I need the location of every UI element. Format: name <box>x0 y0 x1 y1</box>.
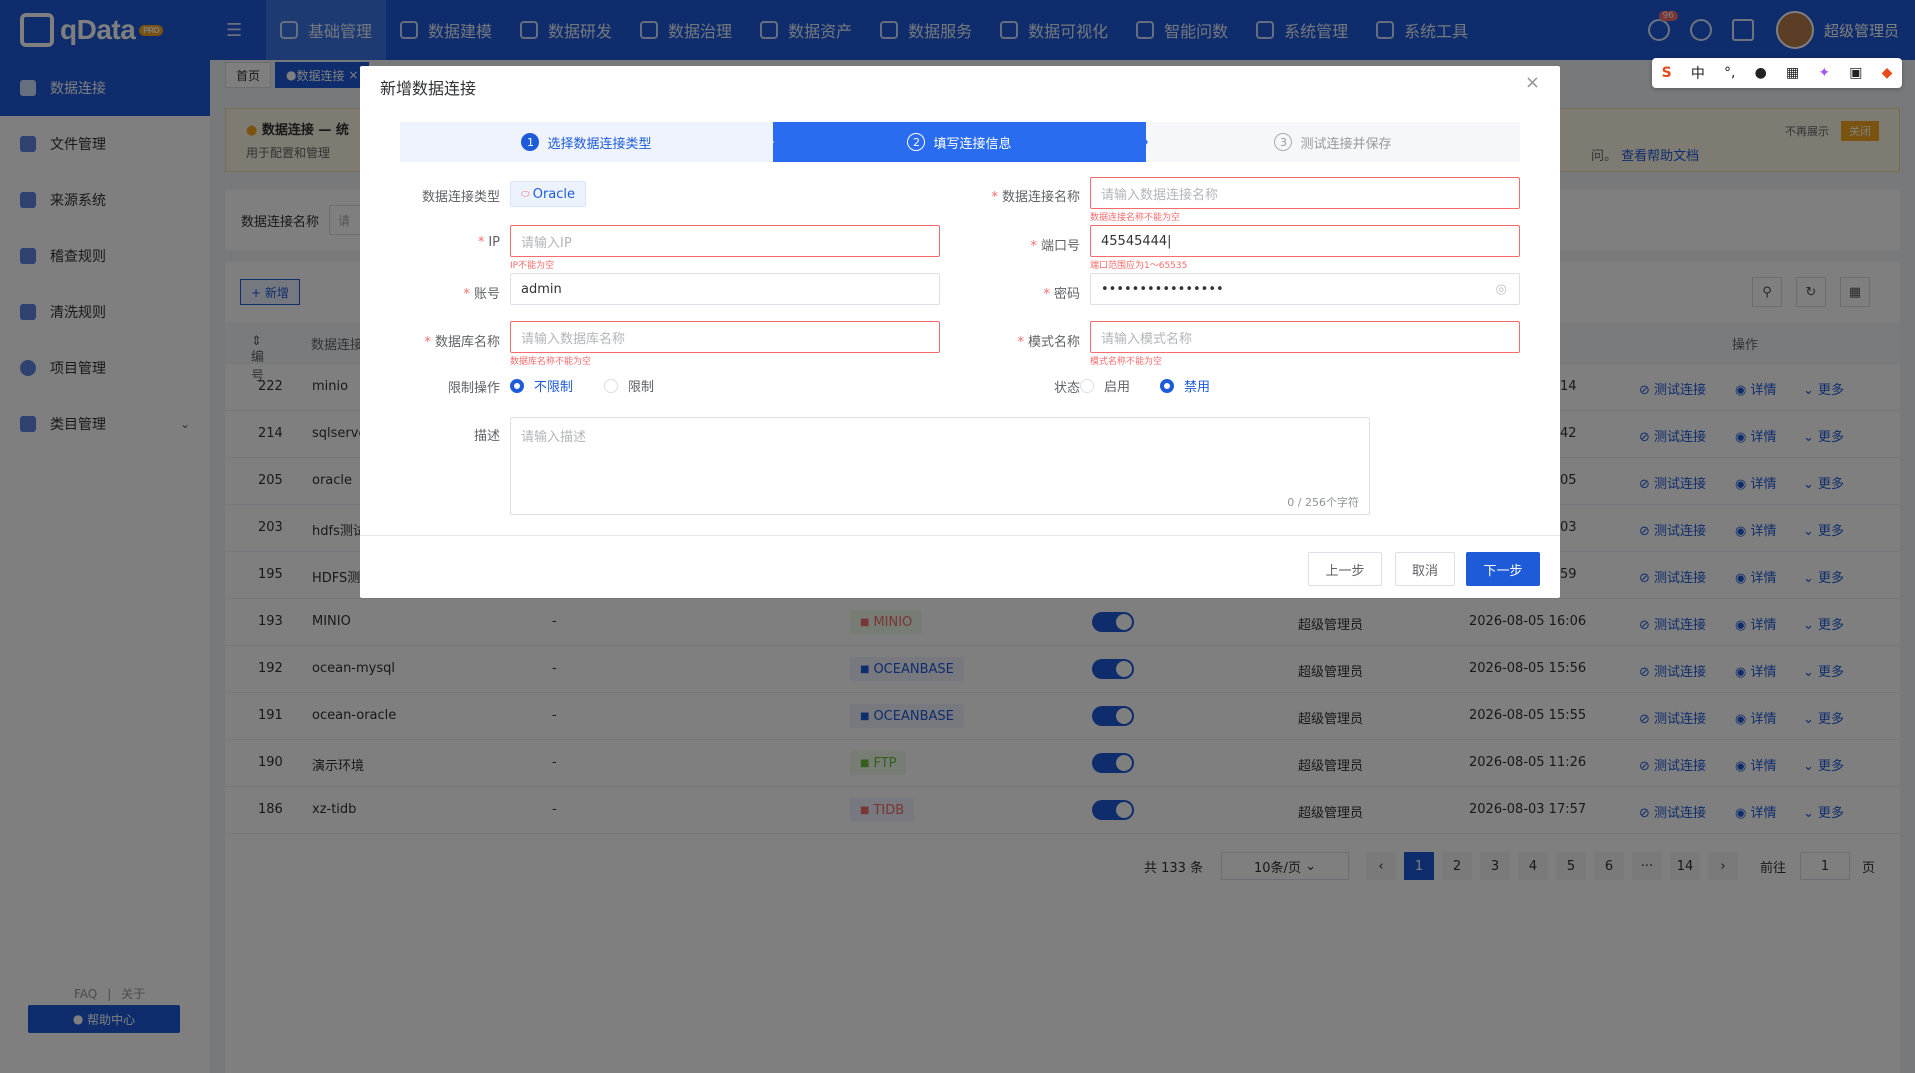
radio-dot <box>1080 378 1094 393</box>
database-error: 数据库名称不能为空 <box>510 357 592 367</box>
database-name-input[interactable]: 请输入数据库名称 <box>510 321 940 353</box>
limit-unrestricted-radio[interactable]: 不限制 <box>510 376 573 395</box>
ime-lang-toggle[interactable]: 中 <box>1691 63 1705 83</box>
ip-error: IP不能为空 <box>510 261 555 271</box>
radio-dot <box>510 378 524 393</box>
radio-dot <box>1160 378 1174 393</box>
database-label: * 数据库名称 <box>424 335 500 350</box>
description-textarea[interactable]: 请输入描述 0 / 256个字符 <box>510 417 1370 515</box>
ip-input[interactable]: 请输入IP <box>510 225 940 257</box>
microphone-icon[interactable]: ● <box>1755 65 1767 81</box>
port-label: * 端口号 <box>1030 239 1080 254</box>
cancel-button[interactable]: 取消 <box>1395 552 1455 586</box>
name-label: * 数据连接名称 <box>991 190 1080 205</box>
ime-logo-icon[interactable]: S <box>1662 65 1672 81</box>
name-error: 数据连接名称不能为空 <box>1090 213 1181 223</box>
char-count: 0 / 256个字符 <box>1287 496 1359 509</box>
step-arrow <box>1132 122 1148 162</box>
password-label: * 密码 <box>1043 287 1080 302</box>
limit-label: 限制操作 <box>447 381 500 396</box>
add-connection-dialog: 新增数据连接 × 1 选择数据连接类型 2 填写连接信息 3 测试连接并保存 数据连接… <box>360 66 1560 598</box>
password-input[interactable]: •••••••••••••••• ◎ <box>1090 273 1520 305</box>
connection-type-tag: ⬭ Oracle <box>510 181 587 207</box>
step-test-save[interactable]: 3 测试连接并保存 <box>1146 122 1520 162</box>
ime-toolbar: S 中 °, ● ▦ ✦ ▣ ◆ <box>1652 58 1902 88</box>
schema-name-input[interactable]: 请输入模式名称 <box>1090 321 1520 353</box>
steps: 1 选择数据连接类型 2 填写连接信息 3 测试连接并保存 <box>400 122 1520 162</box>
radio-dot <box>604 378 618 393</box>
status-label: 状态 <box>1053 381 1080 396</box>
account-input[interactable]: admin <box>510 273 940 305</box>
keyboard-icon[interactable]: ▦ <box>1786 65 1799 81</box>
type-label: 数据连接类型 <box>421 190 500 205</box>
status-enable-radio[interactable]: 启用 <box>1080 376 1130 395</box>
prev-step-button[interactable]: 上一步 <box>1308 552 1382 586</box>
ime-punct-icon[interactable]: °, <box>1724 65 1735 81</box>
dialog-title: 新增数据连接 <box>380 79 477 98</box>
status-disable-radio[interactable]: 禁用 <box>1160 376 1210 395</box>
step-select-type[interactable]: 1 选择数据连接类型 <box>400 122 773 162</box>
port-input[interactable]: 45545444 | <box>1090 225 1520 257</box>
oracle-icon: ⬭ <box>521 188 533 200</box>
close-icon[interactable]: × <box>1525 72 1540 93</box>
port-error: 端口范围应为1～65535 <box>1090 261 1188 271</box>
step-number: 2 <box>907 133 926 151</box>
step-number: 1 <box>521 133 540 151</box>
description-label: 描述 <box>473 429 500 444</box>
step-number: 3 <box>1274 133 1293 151</box>
ip-label: * IP <box>477 235 500 250</box>
step-arrow <box>758 122 774 162</box>
settings-icon[interactable]: ◆ <box>1882 65 1893 81</box>
schema-label: * 模式名称 <box>1017 335 1080 350</box>
connection-name-input[interactable]: 请输入数据连接名称 <box>1090 177 1520 209</box>
step-fill-info[interactable]: 2 填写连接信息 <box>773 122 1146 162</box>
account-label: * 账号 <box>463 287 500 302</box>
eye-off-icon[interactable]: ◎ <box>1496 282 1507 297</box>
skin-icon[interactable]: ✦ <box>1818 65 1830 81</box>
dialog-footer <box>360 535 1560 536</box>
grid-icon[interactable]: ▣ <box>1849 65 1862 81</box>
schema-error: 模式名称不能为空 <box>1090 357 1163 367</box>
limit-restricted-radio[interactable]: 限制 <box>604 376 654 395</box>
next-step-button[interactable]: 下一步 <box>1466 552 1540 586</box>
